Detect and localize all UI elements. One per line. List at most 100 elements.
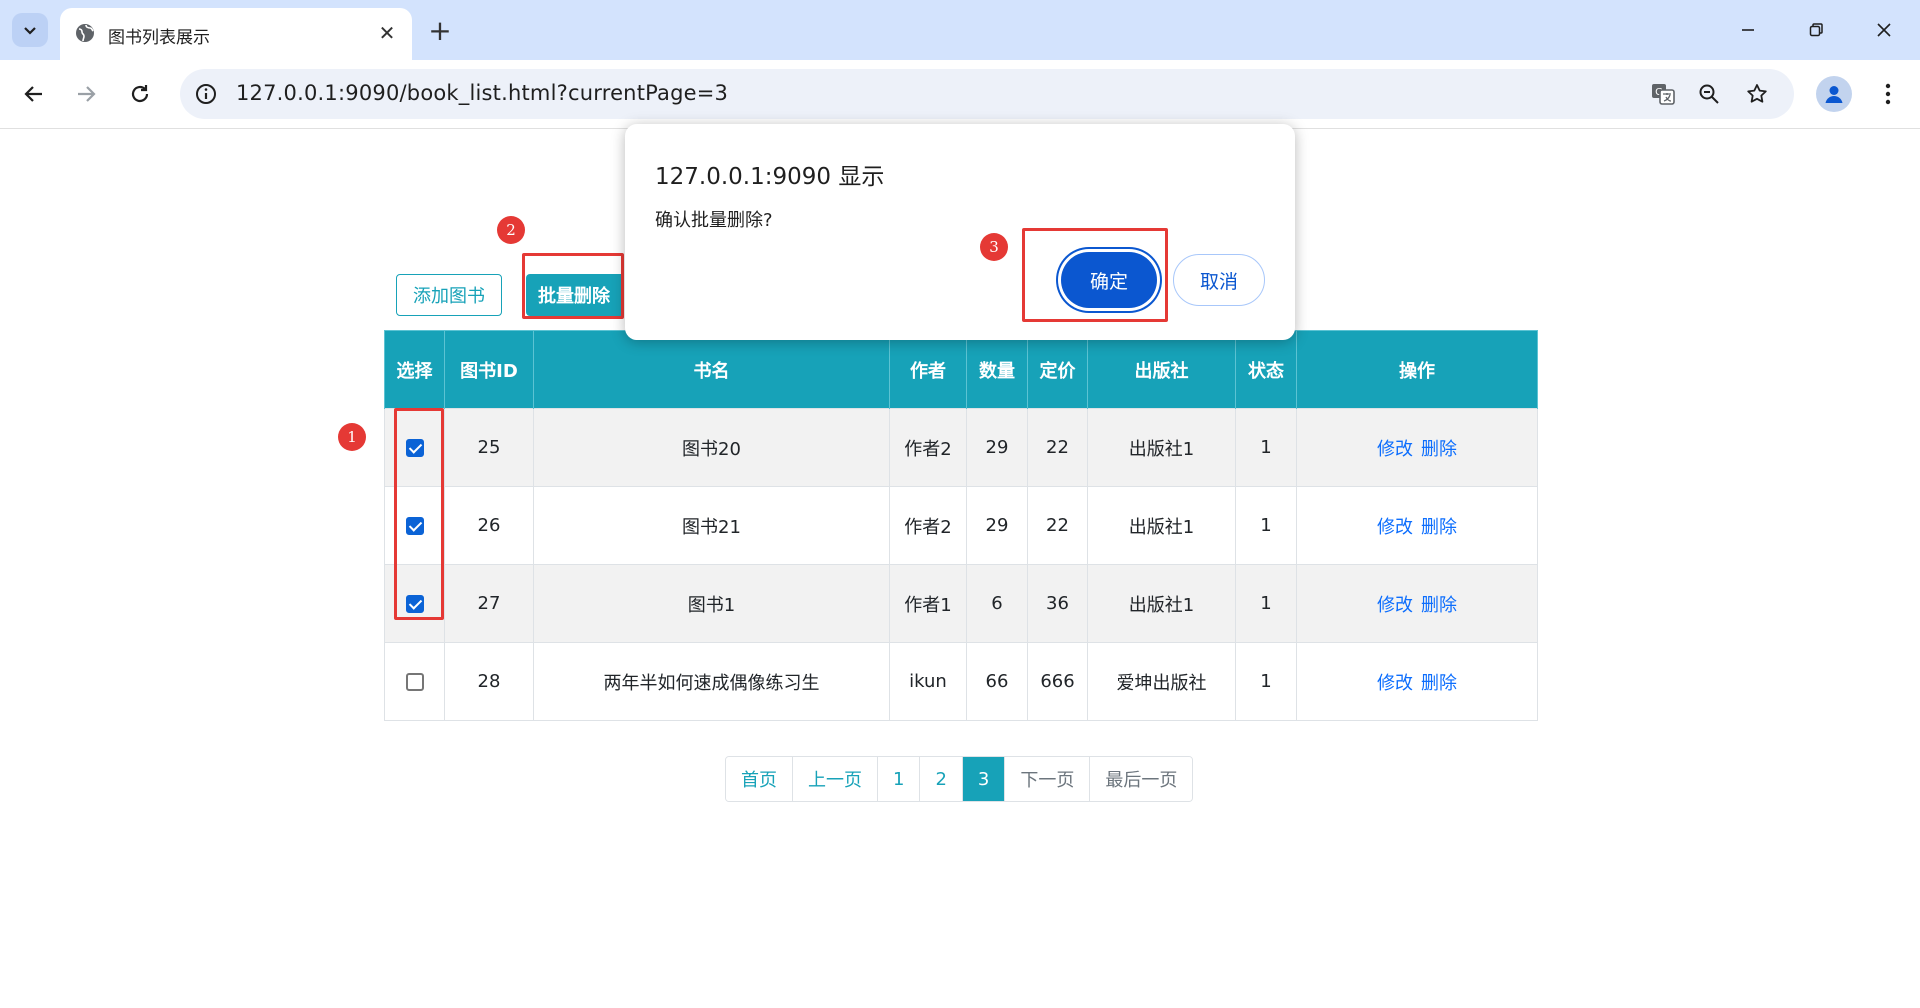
close-icon <box>1877 23 1891 37</box>
forward-arrow-icon <box>78 86 96 102</box>
close-window-button[interactable] <box>1862 10 1906 50</box>
delete-link[interactable]: 删除 <box>1421 673 1457 694</box>
highlight-checkboxes <box>394 408 444 620</box>
author-cell: ikun <box>889 642 967 721</box>
edit-link[interactable]: 修改 <box>1377 673 1413 694</box>
table-row: 27 图书1 作者1 6 36 出版社1 1 修改 删除 <box>384 564 1538 643</box>
publisher-cell: 出版社1 <box>1087 486 1236 565</box>
status-cell: 1 <box>1235 564 1297 643</box>
count-cell: 66 <box>966 642 1028 721</box>
book-name-cell: 两年半如何速成偶像练习生 <box>533 642 890 721</box>
column-header: 图书ID <box>444 330 534 409</box>
back-button[interactable] <box>16 76 52 112</box>
table-header-row: 选择 图书ID 书名 作者 数量 定价 出版社 状态 操作 <box>384 330 1538 409</box>
select-cell <box>384 642 445 721</box>
delete-link[interactable]: 删除 <box>1421 439 1457 460</box>
status-cell: 1 <box>1235 408 1297 487</box>
new-tab-button[interactable]: + <box>424 14 456 47</box>
highlight-batch-delete <box>522 253 624 319</box>
forward-button[interactable] <box>68 76 104 112</box>
chevron-down-icon <box>24 27 36 35</box>
tab-close-icon[interactable]: ✕ <box>374 20 400 46</box>
profile-avatar[interactable] <box>1816 76 1852 112</box>
price-cell: 666 <box>1027 642 1088 721</box>
column-header: 书名 <box>533 330 890 409</box>
bookmark-star-icon[interactable] <box>1744 81 1770 107</box>
person-icon <box>1825 86 1843 103</box>
tab-search-button[interactable] <box>12 13 48 47</box>
dialog-title: 127.0.0.1:9090 显示 <box>655 164 885 190</box>
back-arrow-icon <box>24 86 42 102</box>
page-first[interactable]: 首页 <box>726 757 793 801</box>
tab-title: 图书列表展示 <box>108 28 210 48</box>
price-cell: 22 <box>1027 408 1088 487</box>
page-prev[interactable]: 上一页 <box>793 757 878 801</box>
url-text[interactable]: 127.0.0.1:9090/book_list.html?currentPag… <box>236 81 728 105</box>
book-id-cell: 25 <box>444 408 534 487</box>
step-badge-2: 2 <box>497 216 525 244</box>
page-next[interactable]: 下一页 <box>1005 757 1091 801</box>
confirm-dialog: 127.0.0.1:9090 显示 确认批量删除? 确定 取消 <box>625 124 1295 340</box>
address-bar[interactable]: 127.0.0.1:9090/book_list.html?currentPag… <box>180 69 1794 119</box>
page-2[interactable]: 2 <box>920 757 963 801</box>
restore-icon <box>1809 23 1823 37</box>
edit-link[interactable]: 修改 <box>1377 439 1413 460</box>
column-header: 状态 <box>1235 330 1297 409</box>
actions-cell: 修改 删除 <box>1296 642 1538 721</box>
zoom-icon[interactable] <box>1696 81 1722 107</box>
edit-link[interactable]: 修改 <box>1377 517 1413 538</box>
column-header: 定价 <box>1027 330 1088 409</box>
delete-link[interactable]: 删除 <box>1421 517 1457 538</box>
column-header: 作者 <box>889 330 967 409</box>
browser-menu-button[interactable] <box>1870 76 1906 112</box>
author-cell: 作者2 <box>889 408 967 487</box>
step-badge-3: 3 <box>980 233 1008 261</box>
book-name-cell: 图书20 <box>533 408 890 487</box>
translate-icon[interactable]: G <box>1650 81 1676 107</box>
actions-cell: 修改 删除 <box>1296 408 1538 487</box>
reload-button[interactable] <box>122 76 158 112</box>
pagination: 首页 上一页 1 2 3 下一页 最后一页 <box>725 756 1194 802</box>
site-info-icon[interactable] <box>194 82 218 106</box>
table-row: 28 两年半如何速成偶像练习生 ikun 66 666 爱坤出版社 1 修改 删除 <box>384 642 1538 721</box>
delete-link[interactable]: 删除 <box>1421 595 1457 616</box>
row-checkbox[interactable] <box>405 673 424 691</box>
minimize-button[interactable] <box>1726 10 1770 50</box>
highlight-ok-button <box>1022 228 1168 322</box>
page-1[interactable]: 1 <box>878 757 921 801</box>
tab-strip: 图书列表展示 ✕ + <box>0 0 1920 60</box>
author-cell: 作者2 <box>889 486 967 565</box>
actions-cell: 修改 删除 <box>1296 564 1538 643</box>
table-row: 25 图书20 作者2 29 22 出版社1 1 修改 删除 <box>384 408 1538 487</box>
status-cell: 1 <box>1235 642 1297 721</box>
book-name-cell: 图书21 <box>533 486 890 565</box>
page-3-active[interactable]: 3 <box>962 757 1006 801</box>
page-last[interactable]: 最后一页 <box>1090 757 1193 801</box>
edit-link[interactable]: 修改 <box>1377 595 1413 616</box>
more-vert-icon <box>1885 83 1891 105</box>
browser-toolbar: 127.0.0.1:9090/book_list.html?currentPag… <box>0 60 1920 129</box>
book-id-cell: 28 <box>444 642 534 721</box>
cancel-button[interactable]: 取消 <box>1173 254 1265 306</box>
price-cell: 36 <box>1027 564 1088 643</box>
reload-icon <box>131 85 149 103</box>
actions-cell: 修改 删除 <box>1296 486 1538 565</box>
column-header: 数量 <box>966 330 1028 409</box>
active-tab[interactable]: 图书列表展示 ✕ <box>60 8 412 60</box>
author-cell: 作者1 <box>889 564 967 643</box>
minimize-icon <box>1742 29 1754 31</box>
column-header: 选择 <box>384 330 445 409</box>
book-id-cell: 26 <box>444 486 534 565</box>
count-cell: 29 <box>966 408 1028 487</box>
publisher-cell: 爱坤出版社 <box>1087 642 1236 721</box>
book-name-cell: 图书1 <box>533 564 890 643</box>
add-book-button[interactable]: 添加图书 <box>396 274 502 316</box>
restore-button[interactable] <box>1794 10 1838 50</box>
column-header: 出版社 <box>1087 330 1236 409</box>
book-table: 选择 图书ID 书名 作者 数量 定价 出版社 状态 操作 25 图书20 作者… <box>384 330 1538 721</box>
publisher-cell: 出版社1 <box>1087 564 1236 643</box>
count-cell: 29 <box>966 486 1028 565</box>
step-badge-1: 1 <box>338 423 366 451</box>
globe-icon <box>76 24 94 42</box>
price-cell: 22 <box>1027 486 1088 565</box>
